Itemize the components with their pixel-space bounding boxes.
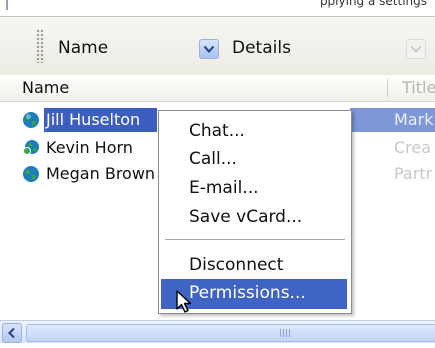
- sort-dropdown-button[interactable]: [199, 39, 219, 59]
- contact-title: Crea: [394, 138, 432, 157]
- mouse-pointer-icon: [176, 290, 192, 313]
- column-separator[interactable]: [387, 79, 388, 97]
- arrow-left-icon: [7, 327, 15, 339]
- sort-combo[interactable]: Name: [58, 35, 108, 61]
- context-menu: Chat... Call... E-mail... Save vCard... …: [158, 110, 352, 314]
- chevron-down-icon: [410, 45, 422, 53]
- menu-separator: [165, 239, 345, 240]
- scroll-thumb[interactable]: [26, 324, 435, 342]
- view-mode-combo[interactable]: Details: [232, 35, 291, 61]
- contact-name: Megan Brown: [46, 164, 156, 183]
- list-header: Name Title: [0, 75, 435, 102]
- view-mode-dropdown-button[interactable]: [406, 39, 426, 59]
- contact-title: Mark: [394, 110, 434, 129]
- view-toolbar: Name Details: [0, 16, 435, 76]
- menu-item-disconnect[interactable]: Disconnect: [189, 255, 283, 275]
- toolbar-grip[interactable]: [36, 29, 44, 63]
- column-header-title[interactable]: Title: [402, 78, 435, 97]
- scroll-thumb-grip: [280, 329, 292, 337]
- column-header-name[interactable]: Name: [22, 78, 69, 97]
- sort-by-value: Name: [58, 38, 109, 58]
- contact-name: Jill Huselton: [46, 110, 141, 129]
- chevron-down-icon: [203, 45, 215, 54]
- top-strip: pplying a settings: [0, 0, 435, 14]
- horizontal-scrollbar[interactable]: [0, 320, 435, 343]
- globe-contact-icon: [23, 112, 39, 128]
- top-strip-text: pplying a settings: [319, 0, 427, 8]
- globe-contact-icon: [23, 166, 39, 182]
- menu-item-call[interactable]: Call...: [189, 149, 237, 169]
- menu-item-permissions-label: Permissions...: [189, 283, 306, 303]
- window-corner: [6, 0, 8, 10]
- scroll-left-button[interactable]: [2, 323, 22, 343]
- menu-item-save-vcard[interactable]: Save vCard...: [189, 207, 302, 227]
- menu-item-chat[interactable]: Chat...: [189, 121, 245, 141]
- contact-name: Kevin Horn: [46, 138, 133, 157]
- contact-online-icon: [23, 140, 39, 155]
- menu-item-email[interactable]: E-mail...: [189, 178, 259, 198]
- contact-title: Partr: [394, 164, 433, 183]
- view-mode-value: Details: [232, 38, 291, 58]
